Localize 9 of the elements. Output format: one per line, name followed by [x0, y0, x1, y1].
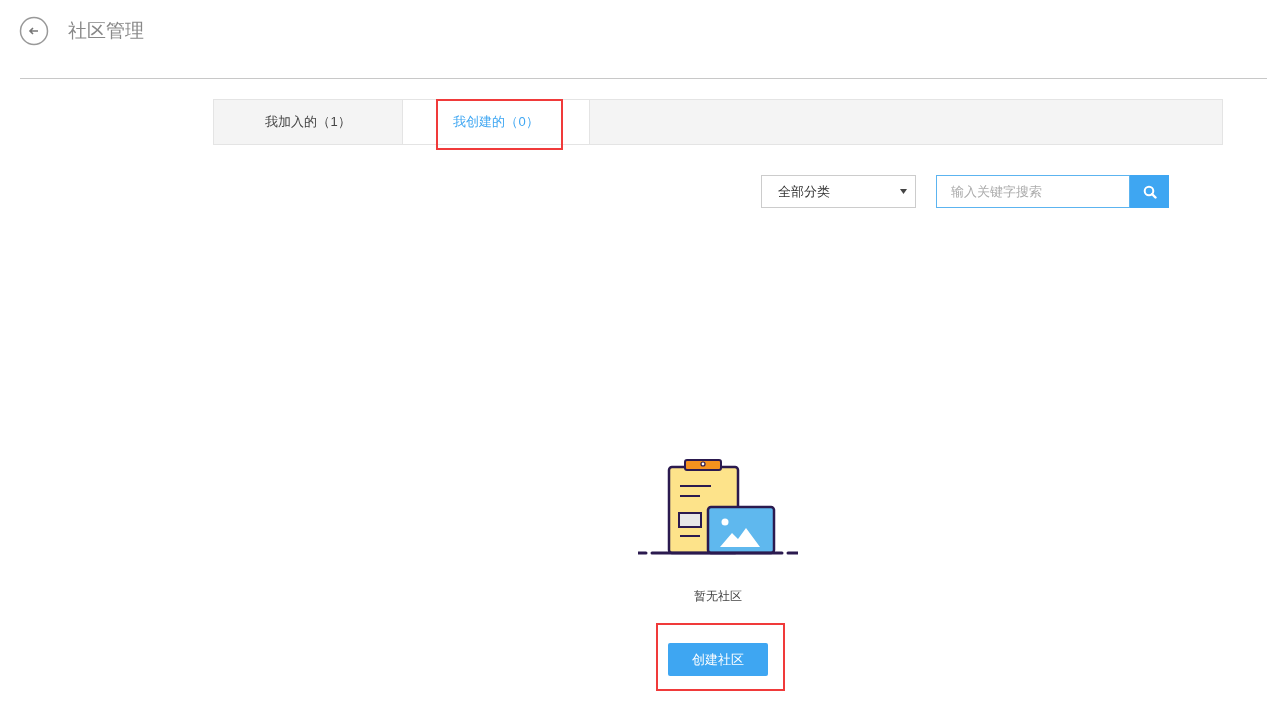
category-dropdown[interactable]: 全部分类: [761, 175, 916, 208]
page-title: 社区管理: [68, 19, 144, 43]
search-icon: [1142, 184, 1157, 199]
dropdown-value: 全部分类: [778, 182, 830, 201]
search-field[interactable]: 输入关键字搜索: [936, 175, 1130, 208]
back-icon[interactable]: [19, 16, 49, 46]
search-button[interactable]: [1130, 175, 1169, 208]
empty-message: 暂无社区: [694, 588, 742, 605]
caret-icon: [900, 189, 907, 194]
